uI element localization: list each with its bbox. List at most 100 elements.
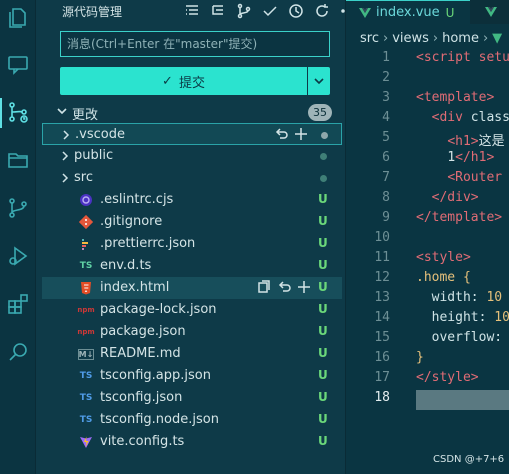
breadcrumb-item[interactable]: views: [392, 31, 429, 46]
list-item-vscode[interactable]: .vscode: [42, 123, 342, 145]
panel-title: 源代码管理: [62, 5, 123, 19]
line-number: 9: [382, 210, 390, 225]
discard-changes-icon[interactable]: [273, 126, 289, 142]
vite-icon: [78, 434, 94, 450]
tab-second[interactable]: [472, 0, 509, 24]
list-item-prettierrc[interactable]: .prettierrc.json U: [42, 233, 342, 255]
breadcrumb-item[interactable]: src: [360, 31, 379, 46]
code-line: 1</h1>: [447, 150, 495, 165]
line-number: 1: [382, 50, 390, 65]
prettier-icon: [78, 236, 94, 252]
list-item-tsconfig-app[interactable]: TS tsconfig.app.json U: [42, 365, 342, 387]
line-number: 10: [374, 230, 390, 245]
list-item-tsconfig[interactable]: TS tsconfig.json U: [42, 387, 342, 409]
code-line: <script setu: [416, 50, 509, 65]
code-line: </template>: [416, 210, 503, 225]
item-name: .prettierrc.json: [100, 236, 196, 251]
list-view-icon[interactable]: [182, 1, 202, 21]
list-item-tsconfig-node[interactable]: TS tsconfig.node.json U: [42, 409, 342, 431]
code-line: width: 10: [431, 290, 503, 305]
refresh-icon[interactable]: [312, 1, 332, 21]
folder-status-dot: [320, 153, 327, 160]
markdown-icon: M↓: [78, 349, 94, 360]
breadcrumb: src › views › home › ▼: [360, 31, 502, 46]
extensions-icon[interactable]: [6, 292, 30, 316]
item-name: .vscode: [75, 127, 125, 142]
folder-icon[interactable]: [6, 148, 30, 172]
code-line: <Router: [447, 170, 503, 185]
chevron-down-icon: [56, 105, 68, 117]
branches-icon[interactable]: [6, 196, 30, 220]
list-item-vite-config[interactable]: vite.config.ts U: [42, 431, 342, 453]
check-icon: ✓: [162, 73, 173, 89]
item-name: package-lock.json: [100, 302, 217, 317]
search-icon[interactable]: [6, 340, 30, 364]
list-item-package-json[interactable]: npm package.json U: [42, 321, 342, 343]
list-item-gitignore[interactable]: .gitignore U: [42, 211, 342, 233]
typescript-def-icon: TS: [79, 261, 93, 271]
editor-area: index.vue U src › views › home › ▼ 1 2 3 4 5 6…: [345, 0, 509, 474]
tab-status: U: [445, 5, 455, 20]
line-number-current: 18: [374, 390, 390, 405]
current-line-highlight: [416, 390, 509, 410]
code-line: <div class: [431, 110, 509, 125]
untracked-status: U: [318, 258, 328, 272]
open-file-icon[interactable]: [256, 279, 272, 295]
html-icon: [78, 280, 94, 296]
breadcrumb-item[interactable]: home: [442, 31, 479, 46]
comments-icon[interactable]: [6, 52, 30, 76]
explorer-icon[interactable]: [6, 6, 30, 30]
list-item-package-lock[interactable]: npm package-lock.json U: [42, 299, 342, 321]
tree-view-icon[interactable]: [208, 1, 228, 21]
item-name: package.json: [100, 324, 186, 339]
npm-icon: npm: [77, 328, 95, 336]
npm-icon: npm: [77, 306, 95, 314]
tsconfig-icon: TS: [79, 415, 93, 425]
changes-section-header[interactable]: 更改 35: [36, 101, 345, 123]
stage-changes-icon[interactable]: [293, 126, 309, 142]
list-item-eslintrc[interactable]: .eslintrc.cjs U: [42, 189, 342, 211]
chevron-down-icon: [314, 78, 324, 85]
line-number: 13: [374, 290, 390, 305]
line-number: 12: [374, 270, 390, 285]
vue-icon: [485, 7, 497, 17]
untracked-status: U: [318, 346, 328, 360]
tab-index-vue[interactable]: index.vue U: [346, 0, 470, 24]
list-item-src[interactable]: src: [42, 167, 342, 189]
item-name: .gitignore: [100, 214, 163, 229]
commit-check-icon[interactable]: [260, 1, 280, 21]
stage-changes-icon[interactable]: [296, 279, 312, 295]
commit-options-dropdown[interactable]: [308, 67, 330, 95]
discard-changes-icon[interactable]: [276, 279, 292, 295]
item-name: public: [74, 148, 114, 163]
item-name: tsconfig.json: [100, 390, 183, 405]
list-item-env-d-ts[interactable]: TS env.d.ts U: [42, 255, 342, 277]
untracked-status: U: [318, 236, 328, 250]
vue-icon: ▼: [492, 31, 503, 46]
changes-count-badge: 35: [308, 104, 332, 121]
tab-label: index.vue: [376, 5, 440, 20]
list-item-readme[interactable]: M↓ README.md U: [42, 343, 342, 365]
panel-actions: [182, 1, 358, 21]
source-control-icon[interactable]: [6, 100, 30, 124]
line-number: 15: [374, 330, 390, 345]
line-number: 14: [374, 310, 390, 325]
code-editor[interactable]: <script setu <template> <div class <h1>这…: [416, 50, 509, 414]
folder-status-dot: [320, 175, 327, 182]
untracked-status: U: [318, 434, 328, 448]
panel-header: 源代码管理: [36, 0, 355, 22]
chevron-right-icon: ›: [382, 31, 389, 46]
chevron-right-icon: ›: [432, 31, 439, 46]
commit-button[interactable]: ✓ 提交: [60, 67, 307, 95]
history-icon[interactable]: [286, 1, 306, 21]
git-icon: [78, 214, 94, 230]
item-name: tsconfig.node.json: [100, 412, 219, 427]
list-item-index-html[interactable]: index.html U: [42, 277, 342, 299]
chevron-right-icon: [60, 172, 70, 184]
commit-message-input[interactable]: [60, 31, 330, 57]
branch-icon[interactable]: [234, 1, 254, 21]
run-debug-icon[interactable]: [6, 244, 30, 268]
untracked-status: U: [318, 192, 328, 206]
code-line: }: [416, 350, 424, 365]
list-item-public[interactable]: public: [42, 145, 342, 167]
